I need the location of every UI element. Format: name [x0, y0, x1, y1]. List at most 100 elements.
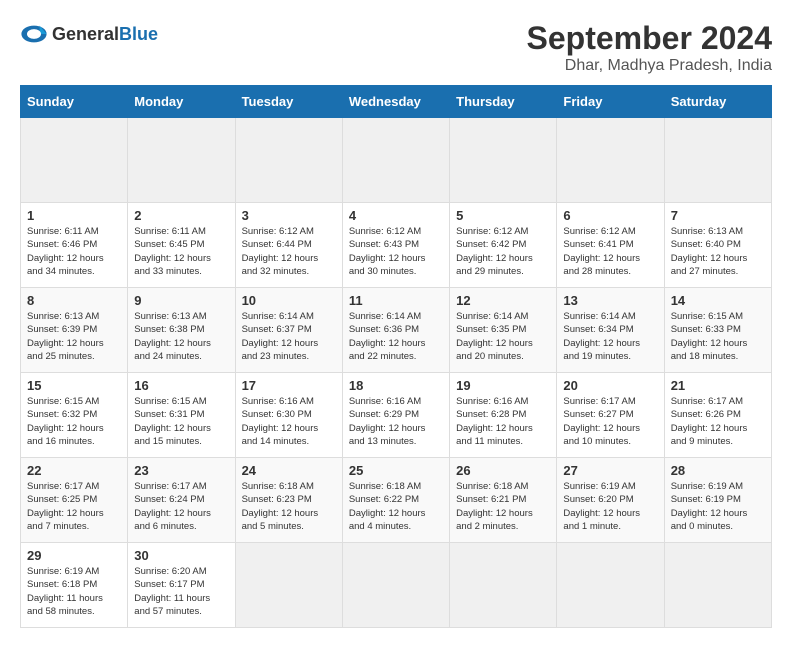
table-cell: 6 Sunrise: 6:12 AM Sunset: 6:41 PM Daylig… — [557, 203, 664, 288]
table-cell — [128, 118, 235, 203]
col-tuesday: Tuesday — [235, 86, 342, 118]
day-number: 28 — [671, 463, 765, 478]
day-number: 15 — [27, 378, 121, 393]
day-number: 9 — [134, 293, 228, 308]
logo: GeneralBlue — [20, 20, 158, 48]
day-number: 1 — [27, 208, 121, 223]
table-cell: 9 Sunrise: 6:13 AM Sunset: 6:38 PM Daylig… — [128, 288, 235, 373]
day-info: Sunrise: 6:16 AM Sunset: 6:29 PM Dayligh… — [349, 395, 443, 448]
table-cell: 13 Sunrise: 6:14 AM Sunset: 6:34 PM Dayli… — [557, 288, 664, 373]
page-subtitle: Dhar, Madhya Pradesh, India — [527, 57, 772, 75]
day-info: Sunrise: 6:17 AM Sunset: 6:24 PM Dayligh… — [134, 480, 228, 533]
col-sunday: Sunday — [21, 86, 128, 118]
table-cell: 17Sunrise: 6:16 AM Sunset: 6:30 PM Dayli… — [235, 373, 342, 458]
table-cell: 28 Sunrise: 6:19 AM Sunset: 6:19 PM Dayli… — [664, 458, 771, 543]
table-cell — [664, 118, 771, 203]
day-info: Sunrise: 6:19 AM Sunset: 6:19 PM Dayligh… — [671, 480, 765, 533]
day-number: 12 — [456, 293, 550, 308]
day-info: Sunrise: 6:19 AM Sunset: 6:20 PM Dayligh… — [563, 480, 657, 533]
table-cell: 21Sunrise: 6:17 AM Sunset: 6:26 PM Dayli… — [664, 373, 771, 458]
day-number: 8 — [27, 293, 121, 308]
table-cell: 25 Sunrise: 6:18 AM Sunset: 6:22 PM Dayli… — [342, 458, 449, 543]
day-number: 26 — [456, 463, 550, 478]
table-cell: 24 Sunrise: 6:18 AM Sunset: 6:23 PM Dayli… — [235, 458, 342, 543]
day-info: Sunrise: 6:12 AM Sunset: 6:41 PM Dayligh… — [563, 225, 657, 278]
day-info: Sunrise: 6:18 AM Sunset: 6:23 PM Dayligh… — [242, 480, 336, 533]
day-number: 4 — [349, 208, 443, 223]
table-cell: 15 Sunrise: 6:15 AM Sunset: 6:32 PM Dayli… — [21, 373, 128, 458]
table-cell — [21, 118, 128, 203]
table-cell — [342, 543, 449, 628]
col-wednesday: Wednesday — [342, 86, 449, 118]
logo-icon — [20, 20, 48, 48]
table-cell: 3 Sunrise: 6:12 AM Sunset: 6:44 PM Daylig… — [235, 203, 342, 288]
day-info: Sunrise: 6:13 AM Sunset: 6:40 PM Dayligh… — [671, 225, 765, 278]
day-number: 25 — [349, 463, 443, 478]
table-cell — [557, 118, 664, 203]
day-info: Sunrise: 6:13 AM Sunset: 6:38 PM Dayligh… — [134, 310, 228, 363]
logo-general: General — [52, 24, 119, 44]
day-number: 24 — [242, 463, 336, 478]
day-info: Sunrise: 6:18 AM Sunset: 6:22 PM Dayligh… — [349, 480, 443, 533]
day-info: Sunrise: 6:18 AM Sunset: 6:21 PM Dayligh… — [456, 480, 550, 533]
day-info: Sunrise: 6:14 AM Sunset: 6:34 PM Dayligh… — [563, 310, 657, 363]
logo-blue: Blue — [119, 24, 158, 44]
day-info: Sunrise: 6:14 AM Sunset: 6:36 PM Dayligh… — [349, 310, 443, 363]
day-info: Sunrise: 6:17 AM Sunset: 6:25 PM Dayligh… — [27, 480, 121, 533]
table-cell: 8 Sunrise: 6:13 AM Sunset: 6:39 PM Daylig… — [21, 288, 128, 373]
table-cell: 7Sunrise: 6:13 AM Sunset: 6:40 PM Daylig… — [664, 203, 771, 288]
table-cell: 23 Sunrise: 6:17 AM Sunset: 6:24 PM Dayli… — [128, 458, 235, 543]
calendar-week-row: 22 Sunrise: 6:17 AM Sunset: 6:25 PM Dayli… — [21, 458, 772, 543]
table-cell — [450, 118, 557, 203]
table-cell: 16 Sunrise: 6:15 AM Sunset: 6:31 PM Dayli… — [128, 373, 235, 458]
calendar-header-row: Sunday Monday Tuesday Wednesday Thursday… — [21, 86, 772, 118]
table-cell: 2 Sunrise: 6:11 AM Sunset: 6:45 PM Daylig… — [128, 203, 235, 288]
day-info: Sunrise: 6:11 AM Sunset: 6:45 PM Dayligh… — [134, 225, 228, 278]
day-number: 20 — [563, 378, 657, 393]
day-info: Sunrise: 6:15 AM Sunset: 6:31 PM Dayligh… — [134, 395, 228, 448]
day-number: 16 — [134, 378, 228, 393]
day-number: 27 — [563, 463, 657, 478]
title-block: September 2024 Dhar, Madhya Pradesh, Ind… — [527, 20, 772, 75]
day-info: Sunrise: 6:15 AM Sunset: 6:33 PM Dayligh… — [671, 310, 765, 363]
day-number: 13 — [563, 293, 657, 308]
day-info: Sunrise: 6:12 AM Sunset: 6:43 PM Dayligh… — [349, 225, 443, 278]
table-cell: 20Sunrise: 6:17 AM Sunset: 6:27 PM Dayli… — [557, 373, 664, 458]
day-number: 2 — [134, 208, 228, 223]
table-cell: 10 Sunrise: 6:14 AM Sunset: 6:37 PM Dayli… — [235, 288, 342, 373]
table-cell: 12 Sunrise: 6:14 AM Sunset: 6:35 PM Dayli… — [450, 288, 557, 373]
day-info: Sunrise: 6:16 AM Sunset: 6:30 PM Dayligh… — [242, 395, 336, 448]
table-cell — [664, 543, 771, 628]
day-number: 21 — [671, 378, 765, 393]
table-cell: 27 Sunrise: 6:19 AM Sunset: 6:20 PM Dayli… — [557, 458, 664, 543]
day-number: 30 — [134, 548, 228, 563]
day-info: Sunrise: 6:13 AM Sunset: 6:39 PM Dayligh… — [27, 310, 121, 363]
table-cell: 29Sunrise: 6:19 AM Sunset: 6:18 PM Dayli… — [21, 543, 128, 628]
col-monday: Monday — [128, 86, 235, 118]
day-number: 14 — [671, 293, 765, 308]
table-cell — [557, 543, 664, 628]
day-number: 10 — [242, 293, 336, 308]
col-saturday: Saturday — [664, 86, 771, 118]
day-info: Sunrise: 6:12 AM Sunset: 6:44 PM Dayligh… — [242, 225, 336, 278]
table-cell — [235, 543, 342, 628]
table-cell: 1 Sunrise: 6:11 AM Sunset: 6:46 PM Daylig… — [21, 203, 128, 288]
day-number: 22 — [27, 463, 121, 478]
day-info: Sunrise: 6:16 AM Sunset: 6:28 PM Dayligh… — [456, 395, 550, 448]
day-info: Sunrise: 6:15 AM Sunset: 6:32 PM Dayligh… — [27, 395, 121, 448]
table-cell: 22 Sunrise: 6:17 AM Sunset: 6:25 PM Dayli… — [21, 458, 128, 543]
day-number: 23 — [134, 463, 228, 478]
day-info: Sunrise: 6:14 AM Sunset: 6:37 PM Dayligh… — [242, 310, 336, 363]
table-cell — [235, 118, 342, 203]
table-cell: 11 Sunrise: 6:14 AM Sunset: 6:36 PM Dayli… — [342, 288, 449, 373]
day-number: 11 — [349, 293, 443, 308]
day-number: 3 — [242, 208, 336, 223]
day-number: 6 — [563, 208, 657, 223]
table-cell: 5Sunrise: 6:12 AM Sunset: 6:42 PM Daylig… — [450, 203, 557, 288]
day-number: 29 — [27, 548, 121, 563]
table-cell: 19Sunrise: 6:16 AM Sunset: 6:28 PM Dayli… — [450, 373, 557, 458]
page-header: GeneralBlue September 2024 Dhar, Madhya … — [20, 20, 772, 75]
day-info: Sunrise: 6:11 AM Sunset: 6:46 PM Dayligh… — [27, 225, 121, 278]
calendar-table: Sunday Monday Tuesday Wednesday Thursday… — [20, 85, 772, 628]
day-info: Sunrise: 6:14 AM Sunset: 6:35 PM Dayligh… — [456, 310, 550, 363]
